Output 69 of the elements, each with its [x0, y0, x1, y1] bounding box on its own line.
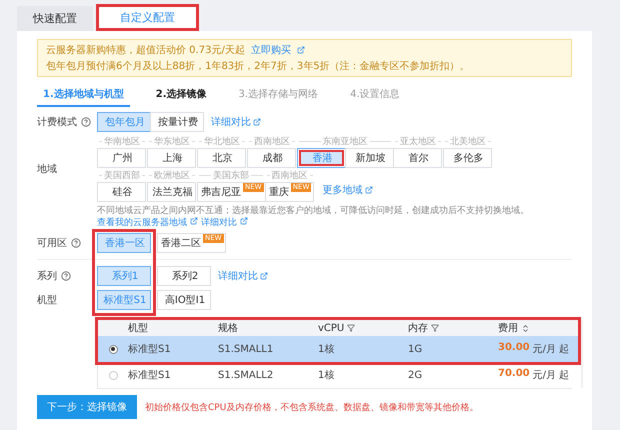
- option-button[interactable]: 系列2: [157, 266, 211, 286]
- area-label: 西南地区: [254, 136, 290, 148]
- city-button[interactable]: 上海: [147, 148, 196, 168]
- area-label: 西南地区: [272, 170, 308, 182]
- external-link-icon: [190, 217, 198, 225]
- filter-icon[interactable]: [431, 324, 439, 332]
- more-regions-link[interactable]: 更多地域: [322, 183, 363, 197]
- area-label: 华南地区: [104, 136, 140, 148]
- help-icon[interactable]: [71, 238, 81, 248]
- price-note: 初始价格仅包含CPU及内存价格，不包含系统盘、数据盘、镜像和带宽等其他价格。: [145, 402, 478, 414]
- column-header: 规格: [218, 322, 238, 335]
- area-label: 欧洲地区: [154, 170, 190, 182]
- external-link-icon: [364, 186, 373, 194]
- field-label: 可用区: [37, 237, 67, 250]
- region-link[interactable]: 详细对比: [200, 218, 237, 228]
- table-cell-text: 1核: [318, 342, 336, 356]
- tab[interactable]: 快速配置: [17, 6, 93, 31]
- region-link[interactable]: 查看我的云服务器地域: [97, 218, 187, 228]
- column-header: 内存: [408, 322, 428, 335]
- option-button[interactable]: 按量计费: [150, 112, 204, 132]
- city-button[interactable]: 广州: [97, 148, 146, 168]
- external-link-icon: [240, 217, 248, 225]
- city-button[interactable]: 硅谷: [97, 182, 146, 202]
- radio-button[interactable]: [108, 344, 118, 354]
- field-label: 机型: [37, 294, 57, 307]
- area-label: 北美地区: [450, 136, 486, 148]
- area-label: 亚太地区: [400, 136, 436, 148]
- scrollbar[interactable]: [581, 320, 584, 388]
- table-cell-text: S1.SMALL2: [218, 370, 274, 380]
- city-button[interactable]: 首尔: [393, 148, 442, 168]
- city-button[interactable]: 北京: [197, 148, 246, 168]
- table-cell-text: 1G: [408, 344, 424, 354]
- price-value: 70.00: [498, 368, 530, 381]
- table-cell-text: 标准型S1: [128, 342, 172, 356]
- notice-text: 云服务器新购特惠，超值活动价 0.73元/天起: [46, 44, 245, 57]
- radio-button[interactable]: [108, 370, 118, 380]
- table-cell-text: 2G: [408, 370, 424, 380]
- field-label: 系列: [37, 270, 57, 283]
- city-button[interactable]: 新加坡: [345, 148, 394, 168]
- option-button[interactable]: 高IO型I1: [157, 290, 211, 310]
- column-header: 机型: [128, 322, 148, 335]
- column-header: 费用: [498, 322, 518, 335]
- external-link-icon: [253, 118, 261, 126]
- help-icon[interactable]: [81, 117, 91, 127]
- region-note: 不同地域云产品之间内网不互通；选择最靠近您客户的地域，可降低访问时延，创建成功后不支持切换地域。 查看我的云服务器地域 详细对比: [97, 205, 530, 229]
- field-label: 地域: [37, 162, 57, 176]
- area-label: 美国东部: [212, 170, 249, 182]
- price-unit: 元/月 起: [532, 368, 570, 382]
- column-header: vCPU: [318, 322, 344, 334]
- sort-icon[interactable]: [521, 324, 530, 332]
- price-unit: 元/月 起: [532, 342, 570, 356]
- price-value: 30.00: [498, 342, 530, 355]
- area-label: 华东地区: [154, 136, 190, 148]
- help-icon[interactable]: [61, 271, 71, 281]
- field-label: 计费模式: [37, 116, 77, 129]
- area-label: 美国西部: [104, 170, 140, 182]
- area-label: 华北地区: [204, 136, 240, 148]
- step-tab[interactable]: 2.选择镜像: [150, 83, 213, 107]
- notice-text: 包年包月预付满6个月及以上88折，1年83折，2年7折，3年5折（注：金融专区不参加折扣）。: [46, 60, 470, 73]
- city-button[interactable]: 成都: [247, 148, 296, 168]
- table-cell-text: 标准型S1: [128, 368, 172, 382]
- external-link-icon: [296, 46, 305, 54]
- table-cell-text: S1.SMALL1: [218, 344, 274, 354]
- filter-icon[interactable]: [347, 324, 356, 332]
- external-link-icon: [260, 272, 268, 280]
- area-label: 东南亚地区: [322, 136, 368, 148]
- table-cell-text: 1核: [318, 368, 336, 382]
- city-button[interactable]: 法兰克福: [147, 182, 196, 202]
- city-button[interactable]: 多伦多: [443, 148, 492, 168]
